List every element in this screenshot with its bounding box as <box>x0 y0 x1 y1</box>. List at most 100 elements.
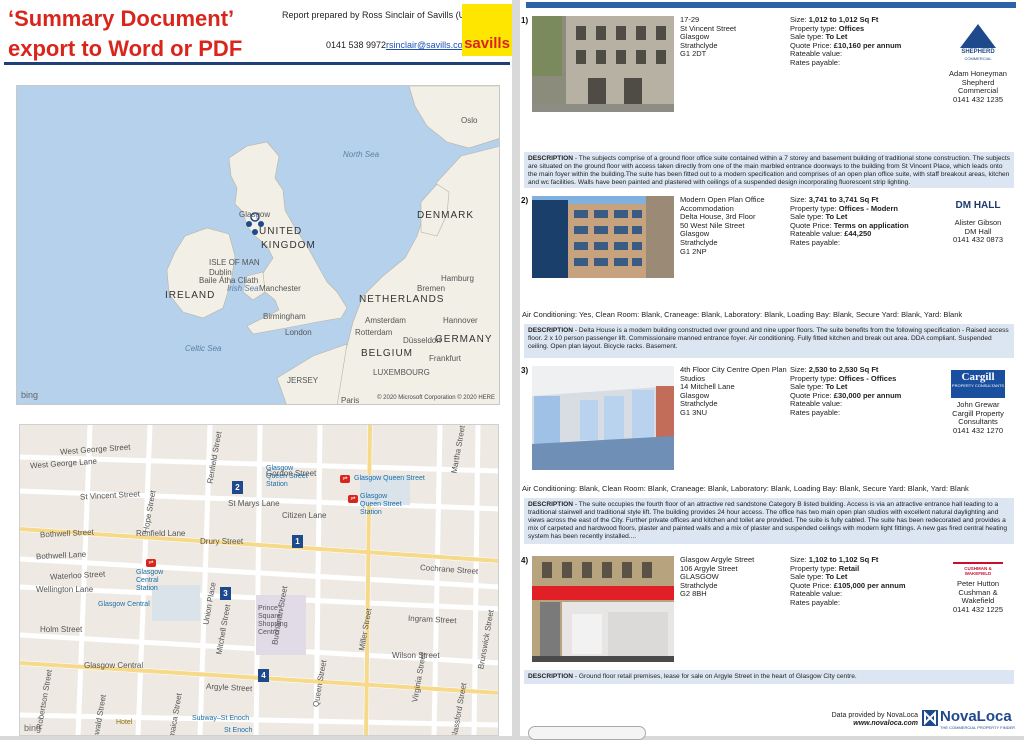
interior-photo-3 <box>532 366 674 470</box>
building-photo-2 <box>532 196 674 278</box>
footer-url[interactable]: www.novaloca.com <box>824 720 918 728</box>
agent-contact: DM HALL Alister Gibson DM Hall 0141 432 … <box>940 201 1016 245</box>
description-text: - Ground floor retail premises, lease fo… <box>573 673 857 680</box>
agent-phone: 0141 432 1235 <box>952 94 1004 104</box>
description-text: - The subjects comprise of a ground floo… <box>528 155 1010 186</box>
novaloca-logo: NovaLoca THE COMMERCIAL PROPERTY FINDER <box>922 708 1018 732</box>
map-label: Hannover <box>443 316 478 325</box>
property-photo[interactable] <box>532 366 674 470</box>
map-label: DENMARK <box>417 210 475 221</box>
station-label: Glasgow Queen Street Station <box>360 493 402 516</box>
shepherd-logo-sub: COMMERCIAL <box>964 56 992 61</box>
street-label: Drury Street <box>200 537 244 546</box>
agent-phone: 0141 432 1270 <box>952 425 1004 435</box>
map-pin-3[interactable]: 3 <box>220 587 231 600</box>
map-label: Celtic Sea <box>185 344 222 353</box>
address-line: G1 2NP <box>680 246 707 256</box>
overview-pin[interactable] <box>246 221 252 227</box>
station-label: Subway–St Enoch <box>192 715 250 722</box>
rail-station-icon: ⇌ <box>348 495 358 503</box>
map-label: ISLE OF MAN <box>209 258 260 267</box>
map-label: Birmingham <box>263 312 306 321</box>
street-label: Wilson Street <box>392 651 440 660</box>
agent-email-link[interactable]: rsinclair@savills.com <box>386 40 470 50</box>
property-details: Size: 1,012 to 1,012 Sq Ft Property type… <box>790 15 930 68</box>
rates-label: Rates payable: <box>790 407 841 417</box>
station-label: St Enoch <box>224 727 253 734</box>
rates-label: Rates payable: <box>790 237 841 247</box>
rates-label: Rates payable: <box>790 57 841 67</box>
overview-map[interactable]: North Sea UNITED KINGDOM DENMARK IRELAND… <box>16 85 500 405</box>
rateable-value: £44,250 <box>844 229 872 239</box>
amenities-line: Air Conditioning: Blank, Clean Room: Bla… <box>522 484 969 493</box>
map-label: Glasgow <box>239 210 271 219</box>
station-label: Hotel <box>116 719 133 726</box>
shop-photo-4 <box>532 556 674 662</box>
station-label: Glasgow Queen Street <box>354 475 425 482</box>
building-photo-1 <box>532 16 674 112</box>
street-map-roads <box>20 425 498 735</box>
street-label: Glasgow Central <box>84 661 144 670</box>
station-label: Glasgow Queen Street Station <box>266 465 308 488</box>
property-details: Size: 2,530 to 2,530 Sq Ft Property type… <box>790 365 930 418</box>
type-value: Offices - Offices <box>838 373 897 383</box>
street-label: Wellington Lane <box>36 585 94 594</box>
map-label: NETHERLANDS <box>359 294 445 305</box>
page-title: ‘Summary Document’ export to Word or PDF <box>8 6 243 61</box>
quote-value: £105,000 per annum <box>833 580 906 590</box>
map-label: JERSEY <box>287 376 319 385</box>
map-pin-2[interactable]: 2 <box>232 481 243 494</box>
map-label: UNITED <box>259 226 303 237</box>
shepherd-logo: SHEPHERD COMMERCIAL <box>956 22 1000 62</box>
property-address: Glasgow Argyle Street 106 Argyle Street … <box>680 555 790 599</box>
property-photo[interactable] <box>532 16 674 112</box>
bing-logo: bing <box>21 390 39 400</box>
description-label: DESCRIPTION <box>528 155 574 162</box>
description-text: - The suite occupies the fourth floor of… <box>528 501 1008 540</box>
map-label: Rotterdam <box>355 328 393 337</box>
map-pin-4[interactable]: 4 <box>258 669 269 682</box>
agent-phone: 0141 432 1225 <box>952 604 1004 614</box>
map-label: Frankfurt <box>429 354 462 363</box>
property-details: Size: 1,102 to 1,102 Sq Ft Property type… <box>790 555 930 608</box>
property-address: 17-29 St Vincent Street Glasgow Strathcl… <box>680 15 790 59</box>
novaloca-mark-icon <box>922 710 938 726</box>
floating-button[interactable] <box>528 726 646 740</box>
map-label: GERMANY <box>435 334 493 345</box>
listing-number: 2) <box>521 196 529 205</box>
listing-description: DESCRIPTION - The suite occupies the fou… <box>524 498 1014 544</box>
station-label: Glasgow Central Station <box>136 569 164 592</box>
address-line: G2 8BH <box>680 589 707 599</box>
map-label: Baile Átha Cliath <box>199 276 259 285</box>
listing-number: 3) <box>521 366 529 375</box>
map-label: IRELAND <box>165 290 216 301</box>
map-label: Irish Sea <box>227 284 259 293</box>
cushman-wakefield-logo: CUSHMAN & WAKEFIELD <box>953 562 1003 576</box>
property-photo[interactable] <box>532 556 674 662</box>
description-label: DESCRIPTION <box>528 327 574 334</box>
cargill-logo: Cargill PROPERTY CONSULTANTS <box>951 370 1005 398</box>
agent-phone: 0141 432 0873 <box>952 235 1004 245</box>
station-label: Prince's Square Shopping Centre <box>258 605 288 636</box>
map-label: KINGDOM <box>261 240 316 251</box>
rail-station-icon: ⇌ <box>146 559 156 567</box>
map-copyright: © 2020 Microsoft Corporation © 2020 HERE <box>377 395 495 401</box>
report-prepared-by: Report prepared by Ross Sinclair of Savi… <box>282 10 490 20</box>
street-label: Holm Street <box>40 625 83 634</box>
footer-credit: Data provided by NovaLoca www.novaloca.c… <box>824 712 918 728</box>
map-pin-1[interactable]: 1 <box>292 535 303 548</box>
property-photo[interactable] <box>532 196 674 278</box>
listing-description: DESCRIPTION - The subjects comprise of a… <box>524 152 1014 188</box>
map-label: BELGIUM <box>361 348 414 359</box>
overview-pin[interactable] <box>252 229 258 235</box>
quote-value: £30,000 per annum <box>833 390 902 400</box>
listing-number: 4) <box>521 556 529 565</box>
listing-description: DESCRIPTION - Delta House is a modern bu… <box>524 324 1014 358</box>
map-label: London <box>285 328 312 337</box>
type-value: Offices - Modern <box>838 203 898 213</box>
street-map[interactable]: West George Street West George Lane St V… <box>19 424 499 736</box>
map-label: Amsterdam <box>365 316 406 325</box>
map-label: Bremen <box>417 284 446 293</box>
map-label: Manchester <box>259 284 301 293</box>
street-label: Citizen Lane <box>282 511 327 520</box>
